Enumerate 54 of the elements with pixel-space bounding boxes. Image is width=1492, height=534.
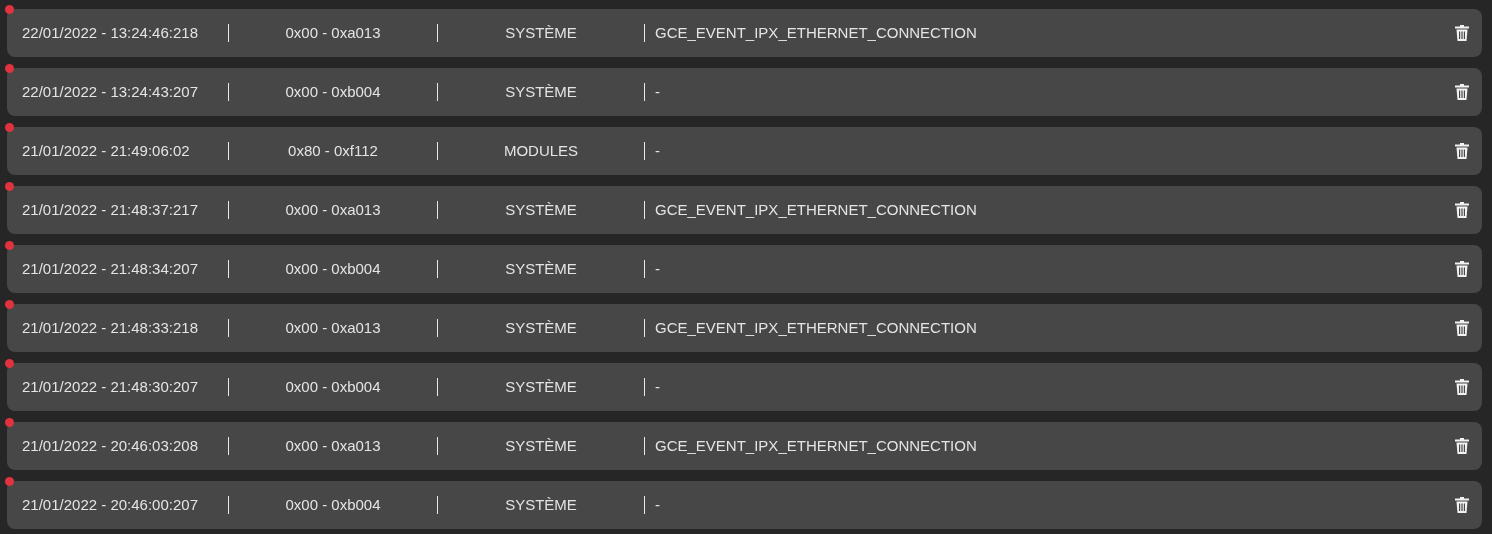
- event-code-text: 0x00 - 0xb004: [285, 377, 381, 395]
- category-text: SYSTÈME: [505, 82, 577, 100]
- delete-button[interactable]: [1455, 202, 1469, 218]
- category-text: SYSTÈME: [505, 436, 577, 454]
- category-text: SYSTÈME: [505, 23, 577, 41]
- timestamp-text: 21/01/2022 - 21:48:34:207: [22, 259, 198, 277]
- trash-icon: [1455, 320, 1469, 336]
- event-code-text: 0x00 - 0xa013: [285, 436, 381, 454]
- event-code-text: 0x80 - 0xf112: [288, 141, 378, 159]
- delete-button[interactable]: [1455, 438, 1469, 454]
- category-text: SYSTÈME: [505, 377, 577, 395]
- timestamp-text: 22/01/2022 - 13:24:46:218: [22, 23, 198, 41]
- category-text: SYSTÈME: [505, 200, 577, 218]
- event-message-text: -: [655, 495, 660, 513]
- trash-icon: [1455, 202, 1469, 218]
- timestamp-text: 21/01/2022 - 21:48:37:217: [22, 200, 198, 218]
- delete-button[interactable]: [1455, 379, 1469, 395]
- trash-icon: [1455, 438, 1469, 454]
- trash-icon: [1455, 84, 1469, 100]
- trash-icon: [1455, 497, 1469, 513]
- delete-button[interactable]: [1455, 261, 1469, 277]
- trash-icon: [1455, 143, 1469, 159]
- timestamp-text: 21/01/2022 - 21:48:33:218: [22, 318, 198, 336]
- event-message-text: GCE_EVENT_IPX_ETHERNET_CONNECTION: [655, 23, 977, 41]
- event-message-text: GCE_EVENT_IPX_ETHERNET_CONNECTION: [655, 436, 977, 454]
- event-message-text: GCE_EVENT_IPX_ETHERNET_CONNECTION: [655, 318, 977, 336]
- trash-icon: [1455, 261, 1469, 277]
- event-message-text: -: [655, 141, 660, 159]
- event-code-text: 0x00 - 0xa013: [285, 318, 381, 336]
- category-text: SYSTÈME: [505, 495, 577, 513]
- event-message-text: -: [655, 377, 660, 395]
- delete-button[interactable]: [1455, 25, 1469, 41]
- delete-button[interactable]: [1455, 320, 1469, 336]
- event-code-text: 0x00 - 0xa013: [285, 23, 381, 41]
- event-code-text: 0x00 - 0xa013: [285, 200, 381, 218]
- timestamp-text: 21/01/2022 - 20:46:03:208: [22, 436, 198, 454]
- delete-button[interactable]: [1455, 143, 1469, 159]
- event-message-text: -: [655, 259, 660, 277]
- timestamp-text: 21/01/2022 - 20:46:00:207: [22, 495, 198, 513]
- timestamp-text: 21/01/2022 - 21:49:06:02: [22, 141, 190, 159]
- event-message-text: -: [655, 82, 660, 100]
- timestamp-text: 21/01/2022 - 21:48:30:207: [22, 377, 198, 395]
- delete-button[interactable]: [1455, 84, 1469, 100]
- event-message-text: GCE_EVENT_IPX_ETHERNET_CONNECTION: [655, 200, 977, 218]
- category-text: MODULES: [503, 141, 579, 159]
- timestamp-text: 22/01/2022 - 13:24:43:207: [22, 82, 198, 100]
- trash-icon: [1455, 25, 1469, 41]
- category-text: SYSTÈME: [505, 259, 577, 277]
- trash-icon: [1455, 379, 1469, 395]
- category-text: SYSTÈME: [505, 318, 577, 336]
- event-code-text: 0x00 - 0xb004: [285, 82, 381, 100]
- event-code-text: 0x00 - 0xb004: [285, 259, 381, 277]
- event-code-text: 0x00 - 0xb004: [285, 495, 381, 513]
- delete-button[interactable]: [1455, 497, 1469, 513]
